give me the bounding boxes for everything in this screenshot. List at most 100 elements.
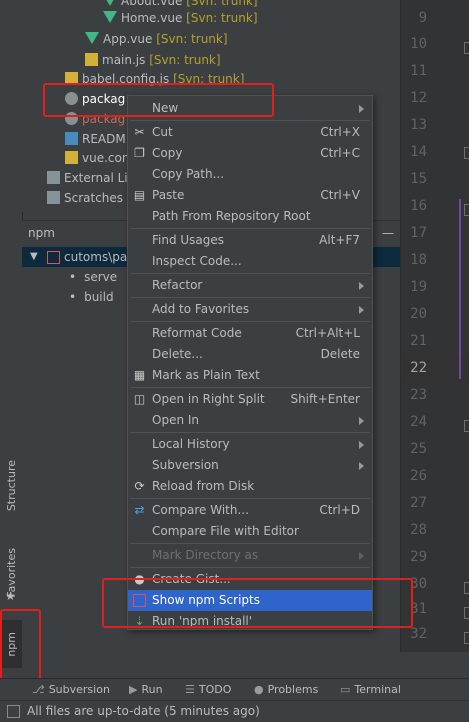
menu-item-add-to-favorites[interactable]: Add to Favorites xyxy=(128,299,372,320)
highlight-box-show-npm-scripts xyxy=(102,578,413,628)
scissors-icon: ✂ xyxy=(134,125,145,139)
tree-item[interactable]: READM xyxy=(65,129,126,149)
line-number: 24 xyxy=(410,414,427,430)
menu-separator xyxy=(130,543,370,544)
minimize-icon[interactable]: — xyxy=(382,221,394,245)
menu-item-label: Cut xyxy=(152,125,173,139)
structure-tab-label: Structure xyxy=(4,460,18,512)
menu-shortcut: Ctrl+D xyxy=(319,503,360,517)
structure-tab[interactable]: Structure xyxy=(0,450,22,522)
menu-item-path-from-root[interactable]: Path From Repository Root xyxy=(128,206,372,227)
menu-item-compare-with[interactable]: ⇄ Compare With... Ctrl+D xyxy=(128,500,372,521)
npm-script-label: build xyxy=(84,290,114,304)
svn-status: [Svn: trunk] xyxy=(186,0,258,8)
menu-item-find-usages[interactable]: Find Usages Alt+F7 xyxy=(128,230,372,251)
tab-label: TODO xyxy=(198,683,232,696)
menu-item-label: Inspect Code... xyxy=(152,254,242,268)
menu-item-open-right-split[interactable]: ◫ Open in Right Split Shift+Enter xyxy=(128,389,372,410)
menu-item-label: Mark Directory as xyxy=(152,548,259,562)
menu-shortcut: Ctrl+Alt+L xyxy=(295,326,360,340)
menu-item-label: Subversion xyxy=(152,458,219,472)
fold-marker-icon[interactable] xyxy=(464,204,469,216)
fold-marker-icon[interactable] xyxy=(464,420,469,432)
line-number: 15 xyxy=(410,171,427,187)
reload-icon: ⟳ xyxy=(134,479,145,493)
npm-package-icon xyxy=(47,251,60,264)
menu-item-cut[interactable]: ✂ Cut Ctrl+X xyxy=(128,122,372,143)
line-number: 14 xyxy=(410,144,427,160)
menu-item-subversion[interactable]: Subversion xyxy=(128,455,372,476)
markdown-file-icon xyxy=(65,132,78,145)
tab-terminal[interactable]: ▭ Terminal xyxy=(340,679,401,701)
menu-item-mark-plain-text[interactable]: ▦ Mark as Plain Text xyxy=(128,365,372,386)
tree-item-label: main.js xyxy=(102,53,146,67)
vue-file-icon xyxy=(103,11,117,23)
tree-item-label: About.vue xyxy=(121,0,183,8)
menu-item-label: Copy xyxy=(152,146,183,160)
line-number: 11 xyxy=(410,63,427,79)
menu-item-inspect-code[interactable]: Inspect Code... xyxy=(128,251,372,272)
menu-item-reformat-code[interactable]: Reformat Code Ctrl+Alt+L xyxy=(128,323,372,344)
submenu-arrow-icon xyxy=(359,441,364,449)
line-number: 28 xyxy=(410,522,427,538)
svn-status: [Svn: trunk] xyxy=(149,53,221,67)
copy-icon: ❐ xyxy=(134,146,145,160)
menu-item-label: Path From Repository Root xyxy=(152,209,311,223)
tab-run[interactable]: ▶ Run xyxy=(129,679,163,701)
text-file-icon: ▦ xyxy=(133,368,146,382)
menu-item-paste[interactable]: ▤ Paste Ctrl+V xyxy=(128,185,372,206)
menu-item-label: Refactor xyxy=(152,278,203,292)
menu-shortcut: Delete xyxy=(320,347,360,361)
js-file-icon xyxy=(65,151,78,164)
tree-item-label: Home.vue xyxy=(121,11,183,25)
tab-label: Terminal xyxy=(354,683,401,696)
menu-separator xyxy=(130,432,370,433)
tree-item-label: App.vue xyxy=(103,32,153,46)
menu-item-refactor[interactable]: Refactor xyxy=(128,275,372,296)
menu-item-open-in[interactable]: Open In xyxy=(128,410,372,431)
status-text: All files are up-to-date (5 minutes ago) xyxy=(27,704,260,718)
npm-script-item[interactable]: • serve xyxy=(69,267,117,287)
tree-item[interactable]: Scratches a xyxy=(47,188,134,208)
svn-status: [Svn: trunk] xyxy=(186,11,258,25)
tree-item[interactable]: Home.vue [Svn: trunk] xyxy=(103,8,258,28)
menu-item-local-history[interactable]: Local History xyxy=(128,434,372,455)
menu-item-copy[interactable]: ❐ Copy Ctrl+C xyxy=(128,143,372,164)
menu-item-label: Copy Path... xyxy=(152,167,225,181)
fold-marker-icon[interactable] xyxy=(464,582,469,594)
tree-item[interactable]: vue.con xyxy=(65,148,129,168)
fold-marker-icon[interactable] xyxy=(464,42,469,54)
compare-icon: ⇄ xyxy=(134,503,145,517)
tree-item[interactable]: App.vue [Svn: trunk] xyxy=(85,29,228,49)
tab-label: Subversion xyxy=(48,683,110,696)
tab-label: Problems xyxy=(267,683,319,696)
status-toggle-icon[interactable] xyxy=(7,705,20,718)
submenu-arrow-icon xyxy=(359,552,364,560)
fold-marker-icon[interactable] xyxy=(464,147,469,159)
change-marker xyxy=(459,199,461,379)
tree-item[interactable]: External Lib xyxy=(47,168,135,188)
chevron-down-icon[interactable]: ▼ xyxy=(30,247,38,267)
tab-todo[interactable]: ☰ TODO xyxy=(185,679,231,701)
menu-item-label: Delete... xyxy=(152,347,203,361)
todo-icon: ☰ xyxy=(185,683,195,696)
submenu-arrow-icon xyxy=(359,306,364,314)
editor-gutter: 9 10 11 12 13 14 15 16 17 18 19 20 21 22… xyxy=(400,0,469,652)
npm-script-item[interactable]: • build xyxy=(69,287,114,307)
menu-separator xyxy=(130,297,370,298)
line-number: 32 xyxy=(410,626,427,642)
tree-item[interactable]: main.js [Svn: trunk] xyxy=(85,50,221,70)
fold-marker-icon[interactable] xyxy=(464,632,469,644)
menu-item-label: Reformat Code xyxy=(152,326,242,340)
star-icon: ★ xyxy=(5,589,16,603)
tab-subversion[interactable]: ⎇ Subversion xyxy=(32,679,110,701)
menu-item-delete[interactable]: Delete... Delete xyxy=(128,344,372,365)
menu-item-reload-from-disk[interactable]: ⟳ Reload from Disk xyxy=(128,476,372,497)
menu-item-label: Reload from Disk xyxy=(152,479,255,493)
menu-item-copy-path[interactable]: Copy Path... xyxy=(128,164,372,185)
menu-item-compare-file-editor[interactable]: Compare File with Editor xyxy=(128,521,372,542)
library-icon xyxy=(47,171,60,184)
tab-problems[interactable]: ● Problems xyxy=(254,679,318,701)
npm-panel-title: npm xyxy=(28,226,55,240)
fold-marker-icon[interactable] xyxy=(464,607,469,619)
